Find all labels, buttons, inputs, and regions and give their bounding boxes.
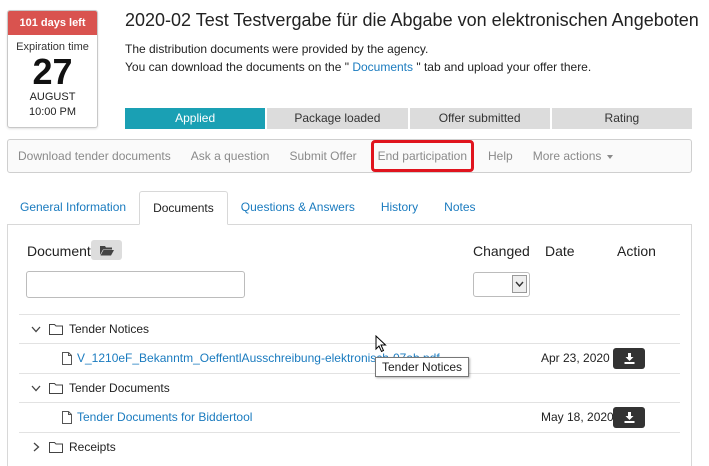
progress-steps: Applied Package loaded Offer submitted R… bbox=[125, 108, 692, 129]
caret-down-icon bbox=[607, 154, 614, 159]
tab-history[interactable]: History bbox=[368, 191, 431, 224]
documents-panel: Document Changed Date Action Tender Noti… bbox=[7, 224, 692, 466]
step-package-loaded: Package loaded bbox=[267, 108, 408, 129]
file-icon bbox=[62, 410, 72, 424]
tab-questions-answers[interactable]: Questions & Answers bbox=[228, 191, 368, 224]
chevron-down-icon[interactable] bbox=[29, 385, 43, 392]
tab-bar: General Information Documents Questions … bbox=[7, 191, 692, 225]
folder-label: Tender Notices bbox=[69, 322, 150, 336]
column-document: Document bbox=[27, 243, 91, 259]
column-changed: Changed bbox=[473, 243, 530, 259]
tab-notes[interactable]: Notes bbox=[431, 191, 488, 224]
documents-link[interactable]: Documents bbox=[352, 60, 413, 74]
folder-label: Tender Documents bbox=[69, 381, 170, 395]
folder-icon bbox=[49, 441, 63, 453]
tab-documents[interactable]: Documents bbox=[139, 191, 228, 225]
download-button-1[interactable] bbox=[613, 348, 645, 369]
submit-offer-button[interactable]: Submit Offer bbox=[279, 140, 366, 172]
more-actions-dropdown[interactable]: More actions bbox=[523, 140, 624, 172]
changed-filter-select[interactable] bbox=[473, 272, 530, 297]
tab-general-information[interactable]: General Information bbox=[7, 191, 139, 224]
download-icon bbox=[624, 353, 634, 364]
file-date-1: Apr 23, 2020 bbox=[541, 351, 610, 365]
chevron-right-icon[interactable] bbox=[29, 442, 43, 452]
file-icon bbox=[62, 351, 72, 365]
download-icon bbox=[624, 412, 634, 423]
days-left-badge: 101 days left bbox=[8, 11, 97, 35]
chevron-down-icon[interactable] bbox=[29, 326, 43, 333]
ask-question-button[interactable]: Ask a question bbox=[181, 140, 280, 172]
file-date-2: May 18, 2020 bbox=[541, 410, 614, 424]
expiration-month: AUGUST bbox=[29, 91, 76, 103]
folder-icon bbox=[49, 382, 63, 394]
description: The distribution documents were provided… bbox=[125, 40, 591, 76]
tooltip: Tender Notices bbox=[375, 357, 470, 377]
tree-folder-tender-documents[interactable]: Tender Documents bbox=[19, 373, 680, 402]
end-participation-button[interactable]: End participation bbox=[370, 140, 475, 172]
expiration-day: 27 bbox=[32, 51, 73, 92]
step-offer-submitted: Offer submitted bbox=[409, 108, 550, 129]
select-arrow-icon bbox=[512, 275, 527, 293]
table-row-file-2: Tender Documents for Biddertool May 18, … bbox=[19, 402, 680, 431]
description-line-1: The distribution documents were provided… bbox=[125, 42, 429, 56]
step-applied: Applied bbox=[125, 108, 266, 129]
description-text-after: " tab and upload your offer there. bbox=[413, 60, 592, 74]
folder-open-icon bbox=[99, 245, 114, 255]
file-link-2[interactable]: Tender Documents for Biddertool bbox=[77, 410, 252, 424]
help-button[interactable]: Help bbox=[478, 140, 523, 172]
table-row-file-1: V_1210eF_Bekanntm_OeffentlAusschreibung-… bbox=[19, 343, 680, 372]
description-line-2: You can download the documents on the " … bbox=[125, 58, 591, 76]
actions-bar: Download tender documents Ask a question… bbox=[7, 139, 692, 173]
column-date: Date bbox=[545, 243, 575, 259]
tree-folder-tender-notices[interactable]: Tender Notices bbox=[19, 314, 680, 343]
expiration-time: 10:00 PM bbox=[28, 106, 77, 118]
folder-label: Receipts bbox=[69, 440, 116, 454]
document-filter-input[interactable] bbox=[26, 271, 245, 298]
more-actions-label: More actions bbox=[532, 149, 602, 163]
folder-button[interactable] bbox=[91, 240, 122, 260]
mouse-cursor-icon bbox=[375, 335, 387, 353]
page-title: 2020-02 Test Testvergabe für die Abgabe … bbox=[125, 10, 699, 30]
folder-icon bbox=[49, 323, 63, 335]
description-text-before: You can download the documents on the " bbox=[125, 60, 353, 74]
column-action: Action bbox=[617, 243, 656, 259]
step-rating: Rating bbox=[551, 108, 692, 129]
tree-folder-receipts[interactable]: Receipts bbox=[19, 432, 680, 461]
download-tender-documents-button[interactable]: Download tender documents bbox=[8, 140, 181, 172]
expiration-card: 101 days left Expiration time 27 AUGUST … bbox=[7, 10, 98, 128]
download-button-2[interactable] bbox=[613, 407, 645, 428]
